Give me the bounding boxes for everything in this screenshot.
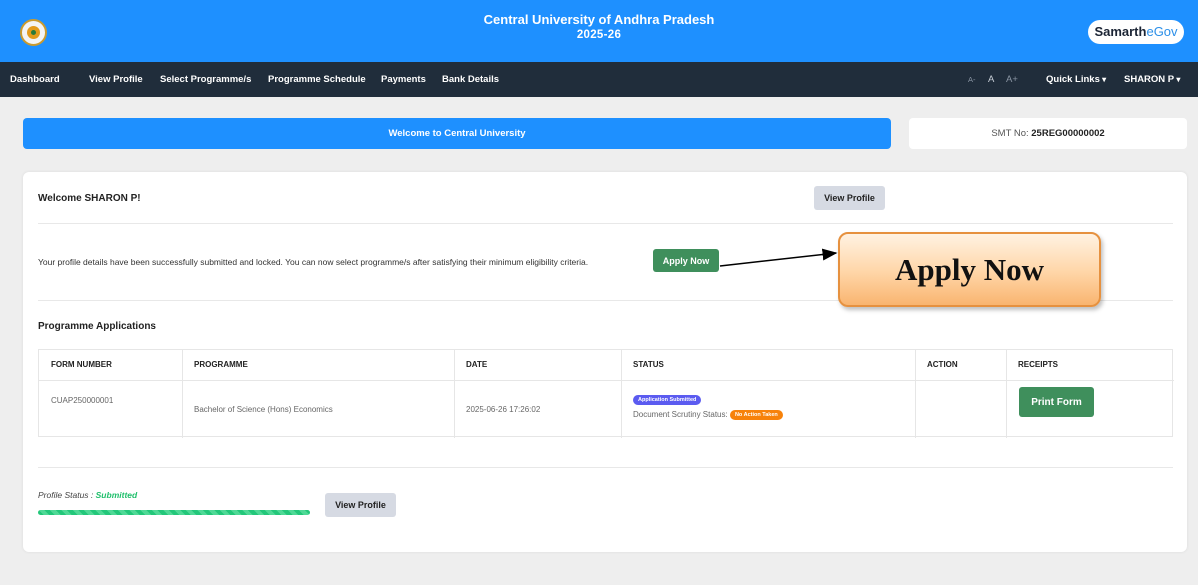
divider (38, 467, 1173, 468)
profile-progress-bar (38, 510, 310, 515)
cell-date: 2025-06-26 17:26:02 (466, 405, 541, 414)
brand-light: eGov (1146, 24, 1178, 39)
cell-form-number: CUAP250000001 (51, 396, 114, 405)
no-action-taken-badge: No Action Taken (729, 410, 783, 420)
samarth-egov-logo[interactable]: SamartheGov (1088, 20, 1184, 44)
nav-view-profile[interactable]: View Profile (89, 62, 143, 97)
top-header: Central University of Andhra Pradesh 202… (0, 0, 1198, 62)
smt-label: SMT No: (991, 128, 1032, 139)
user-menu-dropdown[interactable]: SHARON P (1124, 62, 1180, 97)
print-form-button[interactable]: Print Form (1019, 387, 1094, 417)
scrutiny-label: Document Scrutiny Status: (633, 410, 728, 420)
col-form-number: FORM NUMBER (51, 360, 112, 369)
welcome-banner: Welcome to Central University (23, 118, 891, 149)
brand-bold: Samarth (1094, 24, 1147, 39)
nav-select-programmes[interactable]: Select Programme/s (160, 62, 251, 97)
col-receipts: RECEIPTS (1018, 360, 1059, 369)
apply-now-button[interactable]: Apply Now (653, 249, 719, 272)
nav-dashboard[interactable]: Dashboard (10, 62, 60, 97)
cell-programme: Bachelor of Science (Hons) Economics (194, 405, 333, 414)
dashboard-card: Welcome SHARON P! View Profile Your prof… (23, 172, 1187, 552)
cell-status: Application Submitted (621, 394, 702, 405)
application-submitted-badge: Application Submitted (633, 395, 702, 405)
programme-applications-title: Programme Applications (38, 321, 156, 332)
apply-now-callout: Apply Now (838, 232, 1101, 307)
profile-progress-fill (38, 510, 310, 515)
font-decrease-button[interactable]: A- (968, 62, 976, 97)
col-status: STATUS (633, 360, 664, 369)
applications-table: FORM NUMBER PROGRAMME DATE STATUS ACTION… (38, 349, 1174, 438)
quick-links-dropdown[interactable]: Quick Links (1046, 62, 1106, 97)
col-action: ACTION (927, 360, 958, 369)
cell-scrutiny: Document Scrutiny Status: No Action Take… (621, 410, 783, 420)
view-profile-button[interactable]: View Profile (814, 186, 885, 210)
col-programme: PROGRAMME (194, 360, 248, 369)
font-normal-button[interactable]: A (988, 62, 994, 97)
academic-year: 2025-26 (576, 29, 622, 41)
profile-locked-message: Your profile details have been successfu… (38, 257, 589, 267)
welcome-user-heading: Welcome SHARON P! (38, 193, 141, 204)
smt-value: 25REG00000002 (1031, 128, 1105, 139)
smt-number-box: SMT No: 25REG00000002 (909, 118, 1187, 149)
profile-status: Profile Status : Submitted (38, 490, 137, 500)
view-profile-button-bottom[interactable]: View Profile (325, 493, 396, 517)
nav-payments[interactable]: Payments (381, 62, 426, 97)
nav-programme-schedule[interactable]: Programme Schedule (268, 62, 366, 97)
font-increase-button[interactable]: A+ (1006, 62, 1018, 97)
main-navbar: Dashboard View Profile Select Programme/… (0, 62, 1198, 97)
divider (38, 223, 1173, 224)
col-date: DATE (466, 360, 488, 369)
nav-bank-details[interactable]: Bank Details (442, 62, 499, 97)
profile-status-value: Submitted (95, 490, 138, 500)
university-title: Central University of Andhra Pradesh (483, 12, 715, 27)
profile-status-label: Profile Status : (38, 490, 96, 500)
